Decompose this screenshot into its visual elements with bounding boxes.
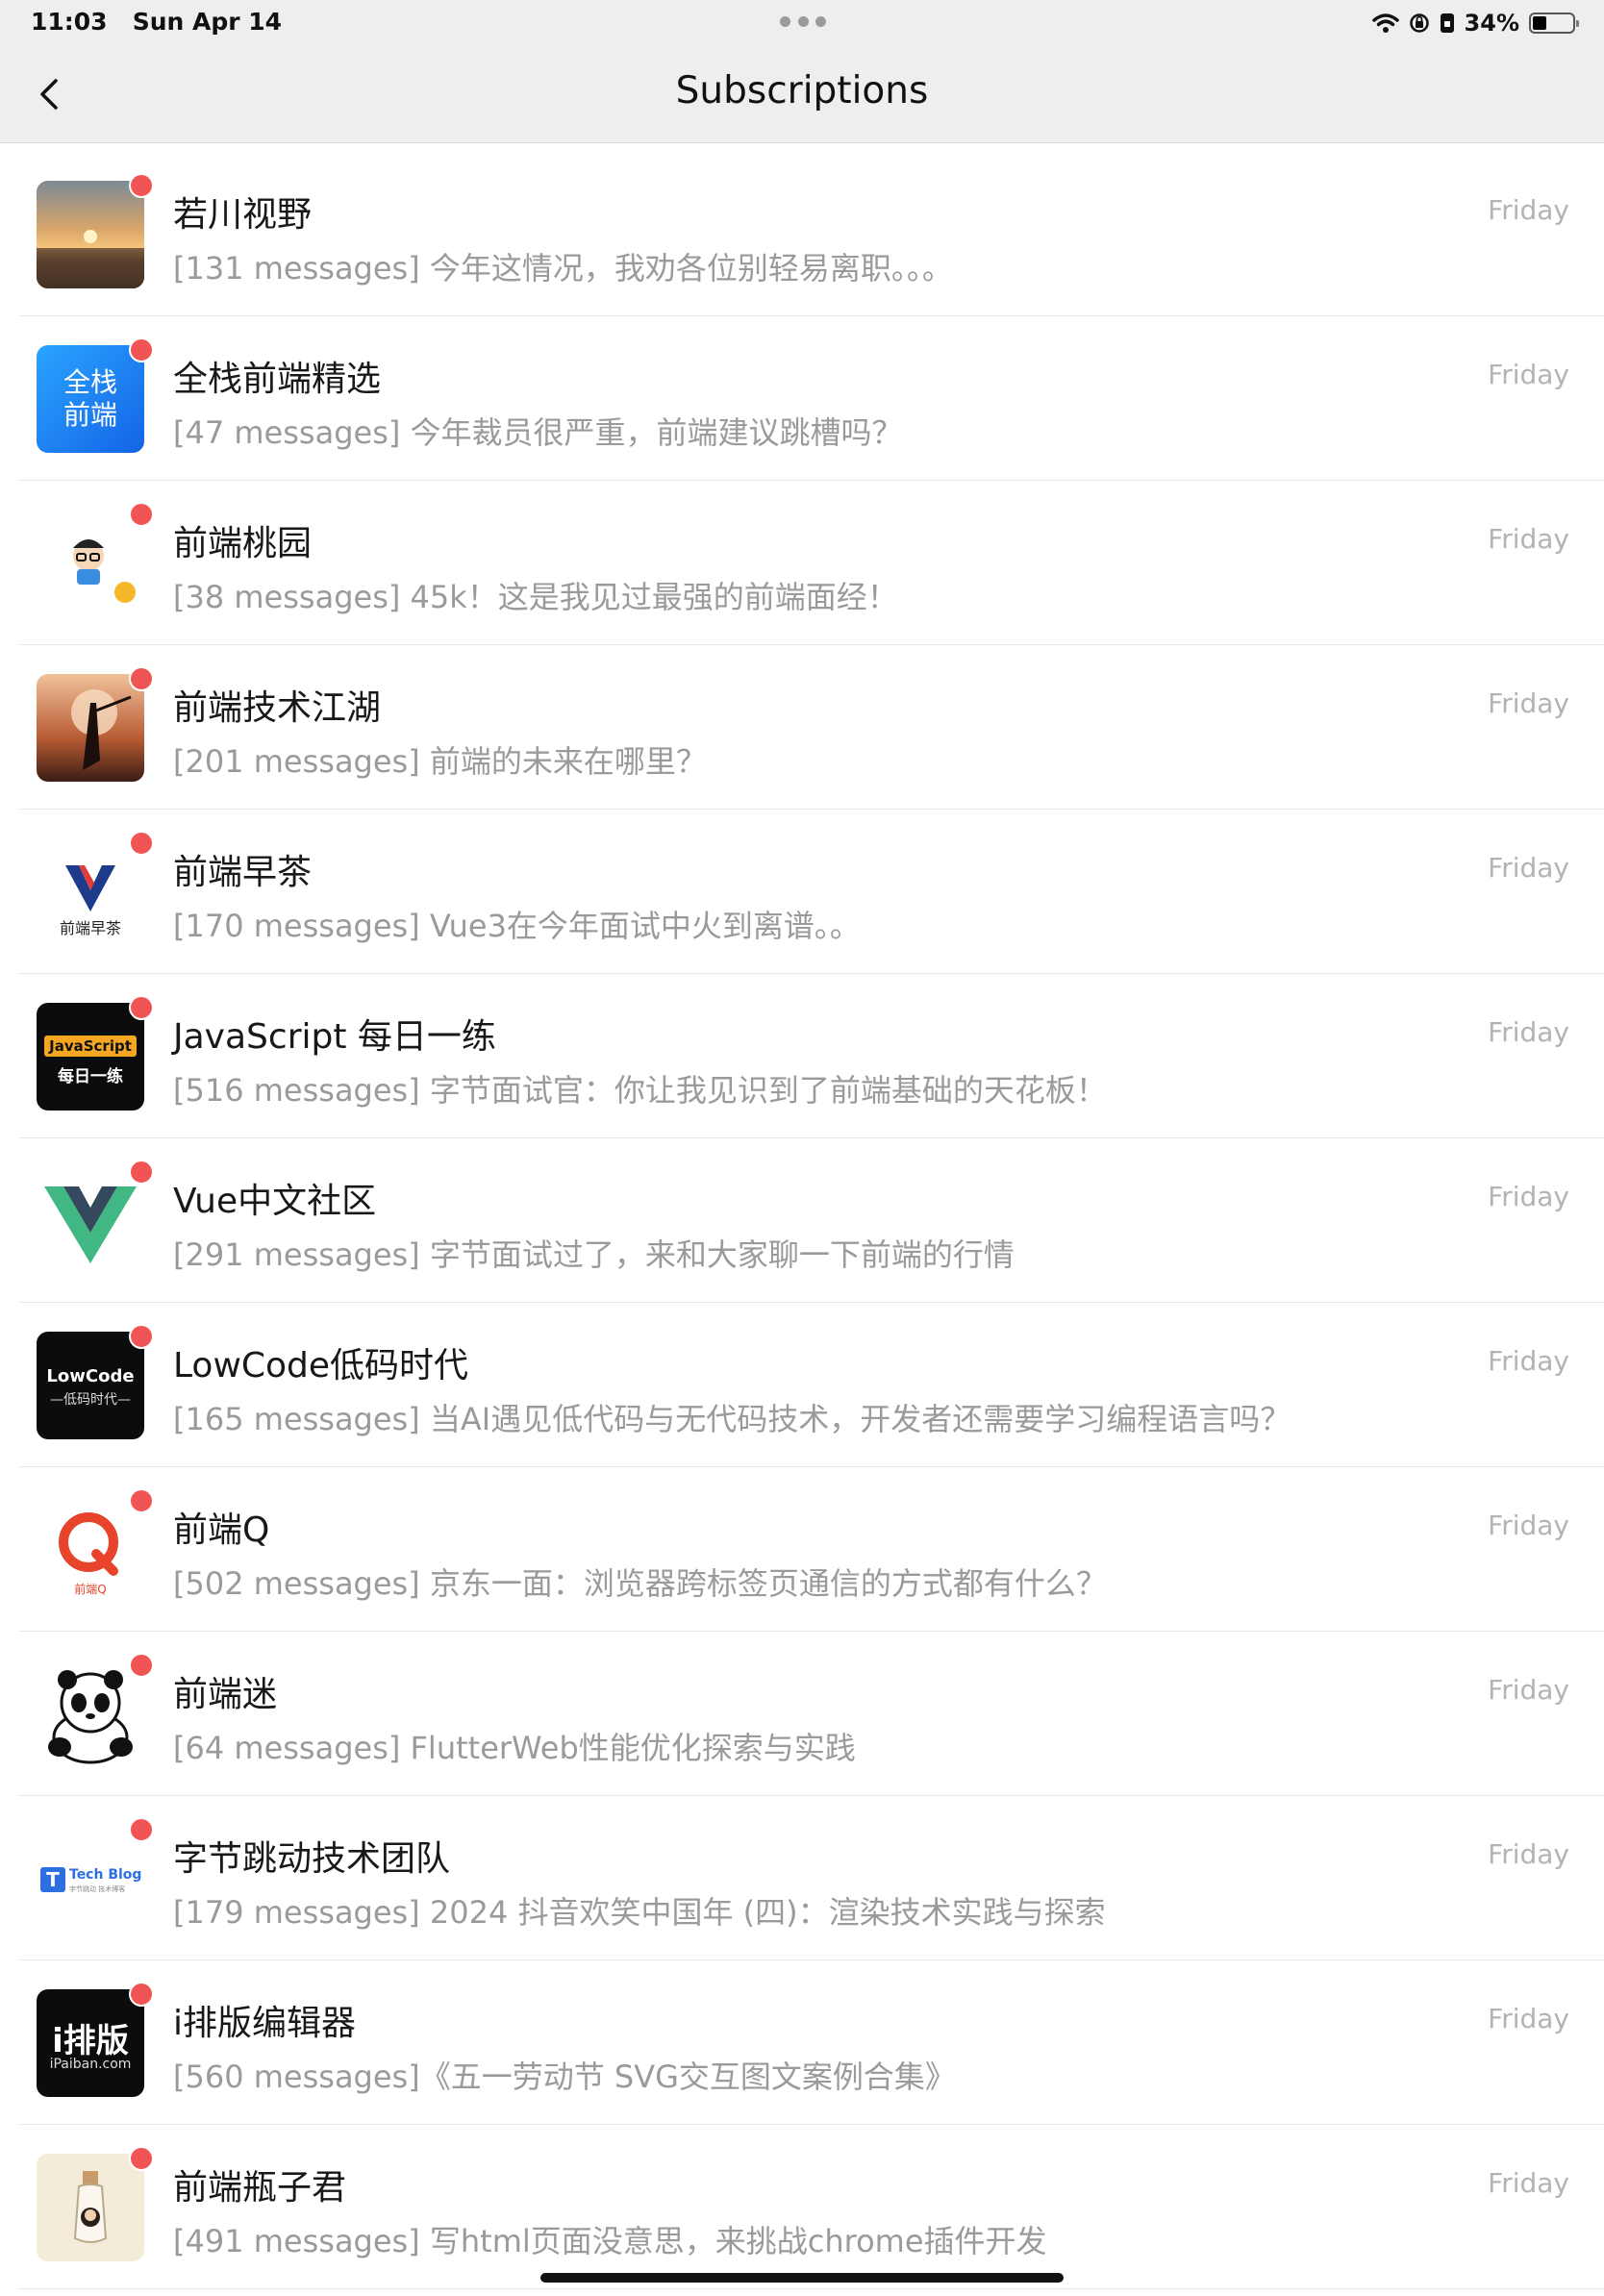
account-name: 前端迷 xyxy=(173,1675,278,1714)
message-preview: [131 messages] 今年这情况，我劝各位别轻易离职。。。 xyxy=(173,250,953,287)
message-preview: [516 messages] 字节面试官：你让我见识到了前端基础的天花板！ xyxy=(173,1072,1107,1109)
list-item[interactable]: LowCode —低码时代— LowCode低码时代 [165 messages… xyxy=(19,1303,1604,1467)
account-name: 前端技术江湖 xyxy=(173,688,382,728)
message-preview: [560 messages]《五一劳动节 SVG交互图文案例合集》 xyxy=(173,2059,956,2095)
timestamp: Friday xyxy=(1488,1345,1569,1377)
timestamp: Friday xyxy=(1488,194,1569,226)
message-preview: [38 messages] 45k！这是我见过最强的前端面经！ xyxy=(173,579,898,615)
account-avatar: 前端Q xyxy=(37,1496,144,1604)
subscription-list[interactable]: 若川视野 [131 messages] 今年这情况，我劝各位别轻易离职。。。 F… xyxy=(0,152,1604,2289)
account-avatar xyxy=(37,2154,144,2261)
account-name: Vue中文社区 xyxy=(173,1182,377,1221)
timestamp: Friday xyxy=(1488,1674,1569,1706)
unread-dot xyxy=(129,2146,154,2171)
account-name: LowCode低码时代 xyxy=(173,1346,469,1385)
list-item[interactable]: Vue中文社区 [291 messages] 字节面试过了，来和大家聊一下前端的… xyxy=(19,1138,1604,1303)
account-name: 前端瓶子君 xyxy=(173,2168,347,2208)
account-avatar: T Tech Blog 字节跳动 技术博客 xyxy=(37,1825,144,1933)
account-name: 若川视野 xyxy=(173,195,313,235)
unread-dot xyxy=(129,1817,154,1842)
message-preview: [165 messages] 当AI遇见低代码与无代码技术，开发者还需要学习编程… xyxy=(173,1401,1291,1437)
unread-dot xyxy=(129,995,154,1020)
message-preview: [201 messages] 前端的未来在哪里？ xyxy=(173,743,707,780)
timestamp: Friday xyxy=(1488,1181,1569,1212)
unread-dot xyxy=(129,1324,154,1349)
unread-dot xyxy=(129,1653,154,1678)
account-avatar: 前端早茶 xyxy=(37,838,144,946)
message-preview: [491 messages] 写html页面没意思，来挑战chrome插件开发 xyxy=(173,2223,1047,2259)
list-item[interactable]: i排版 iPaiban.com i排版编辑器 [560 messages]《五一… xyxy=(19,1960,1604,2125)
list-item[interactable]: 若川视野 [131 messages] 今年这情况，我劝各位别轻易离职。。。 F… xyxy=(19,152,1604,316)
timestamp: Friday xyxy=(1488,2167,1569,2199)
lock-icon xyxy=(1440,13,1454,33)
list-item[interactable]: 前端迷 [64 messages] FlutterWeb性能优化探索与实践 Fr… xyxy=(19,1632,1604,1796)
navigation-bar: Subscriptions xyxy=(0,46,1604,143)
account-avatar xyxy=(37,1167,144,1275)
multitasking-dots-icon[interactable] xyxy=(780,16,826,28)
wifi-icon xyxy=(1371,13,1399,33)
account-avatar: i排版 iPaiban.com xyxy=(37,1989,144,2097)
timestamp: Friday xyxy=(1488,2003,1569,2034)
timestamp: Friday xyxy=(1488,1838,1569,1870)
unread-dot xyxy=(129,1160,154,1185)
account-avatar xyxy=(37,1660,144,1768)
home-indicator[interactable] xyxy=(540,2273,1064,2283)
account-avatar: LowCode —低码时代— xyxy=(37,1332,144,1439)
timestamp: Friday xyxy=(1488,359,1569,390)
account-name: 字节跳动技术团队 xyxy=(173,1839,451,1879)
battery-percent: 34% xyxy=(1464,10,1519,37)
status-bar: 11:03 Sun Apr 14 34% xyxy=(0,0,1604,46)
unread-dot xyxy=(129,173,154,198)
message-preview: [170 messages] Vue3在今年面试中火到离谱。。 xyxy=(173,908,861,944)
message-preview: [502 messages] 京东一面：浏览器跨标签页通信的方式都有什么？ xyxy=(173,1565,1107,1602)
message-preview: [64 messages] FlutterWeb性能优化探索与实践 xyxy=(173,1730,856,1766)
status-right: 34% xyxy=(1371,6,1579,40)
timestamp: Friday xyxy=(1488,1016,1569,1048)
page-title: Subscriptions xyxy=(675,69,929,112)
list-item[interactable]: 前端Q 前端Q [502 messages] 京东一面：浏览器跨标签页通信的方式… xyxy=(19,1467,1604,1632)
account-name: i排版编辑器 xyxy=(173,2004,357,2043)
battery-icon xyxy=(1529,12,1579,34)
unread-dot xyxy=(129,502,154,527)
timestamp: Friday xyxy=(1488,523,1569,555)
account-name: 前端Q xyxy=(173,1510,270,1550)
timestamp: Friday xyxy=(1488,1510,1569,1541)
timestamp: Friday xyxy=(1488,852,1569,884)
account-avatar xyxy=(37,510,144,617)
list-item[interactable]: 前端瓶子君 [491 messages] 写html页面没意思，来挑战chrom… xyxy=(19,2125,1604,2289)
message-preview: [291 messages] 字节面试过了，来和大家聊一下前端的行情 xyxy=(173,1236,1015,1273)
list-item[interactable]: 前端桃园 [38 messages] 45k！这是我见过最强的前端面经！ Fri… xyxy=(19,481,1604,645)
account-name: 全栈前端精选 xyxy=(173,360,382,399)
battery-level xyxy=(1533,16,1546,30)
message-preview: [179 messages] 2024 抖音欢笑中国年 (四)：渲染技术实践与探… xyxy=(173,1894,1106,1931)
account-name: 前端早茶 xyxy=(173,853,313,892)
list-item[interactable]: T Tech Blog 字节跳动 技术博客 字节跳动技术团队 [179 mess… xyxy=(19,1796,1604,1960)
list-item[interactable]: 前端早茶 前端早茶 [170 messages] Vue3在今年面试中火到离谱。… xyxy=(19,810,1604,974)
account-avatar: 全栈 前端 xyxy=(37,345,144,453)
unread-dot xyxy=(129,1982,154,2007)
unread-dot xyxy=(129,337,154,362)
unread-dot xyxy=(129,831,154,856)
list-item[interactable]: JavaScript 每日一练 JavaScript 每日一练 [516 mes… xyxy=(19,974,1604,1138)
unread-dot xyxy=(129,1488,154,1513)
account-avatar: JavaScript 每日一练 xyxy=(37,1003,144,1111)
unread-dot xyxy=(129,666,154,691)
account-avatar xyxy=(37,181,144,288)
rotation-lock-icon xyxy=(1409,13,1429,33)
timestamp: Friday xyxy=(1488,687,1569,719)
account-avatar xyxy=(37,674,144,782)
status-time: 11:03 Sun Apr 14 xyxy=(31,8,283,36)
account-name: JavaScript 每日一练 xyxy=(173,1017,496,1057)
list-item[interactable]: 前端技术江湖 [201 messages] 前端的未来在哪里？ Friday xyxy=(19,645,1604,810)
message-preview: [47 messages] 今年裁员很严重，前端建议跳槽吗？ xyxy=(173,414,903,451)
account-name: 前端桃园 xyxy=(173,524,313,563)
list-item[interactable]: 全栈 前端 全栈前端精选 [47 messages] 今年裁员很严重，前端建议跳槽… xyxy=(19,316,1604,481)
